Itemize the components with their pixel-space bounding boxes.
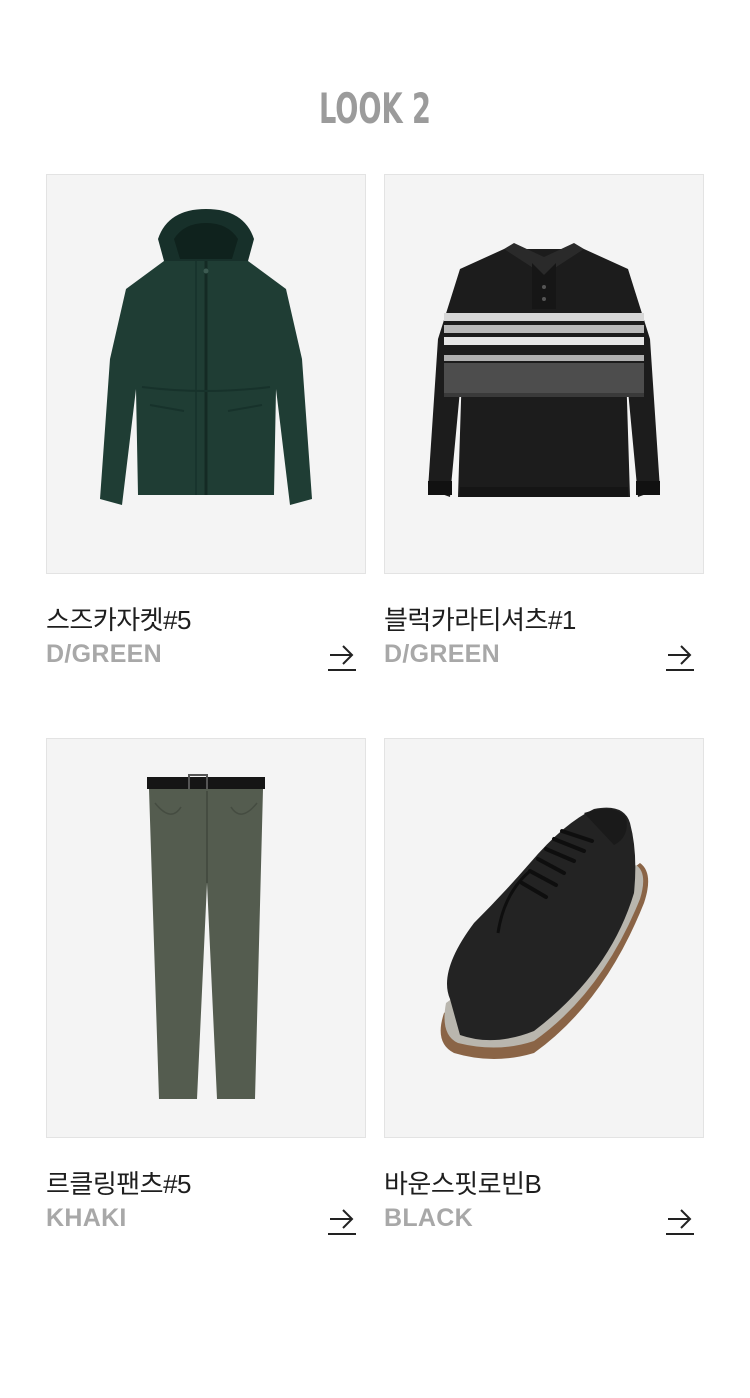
product-name[interactable]: 블럭카라티셔츠#1 [384,600,576,637]
arrow-right-icon[interactable] [664,1204,696,1236]
pants-icon [147,774,265,1099]
arrow-right-icon[interactable] [326,640,358,672]
product-color: BLACK [384,1204,473,1232]
product-image[interactable] [384,174,704,574]
product-name[interactable]: 스즈카자켓#5 [46,600,192,637]
jacket-icon [100,209,312,505]
arrow-right-icon[interactable] [326,1204,358,1236]
shoe-icon [440,807,649,1059]
product-name[interactable]: 바운스핏로빈B [384,1164,542,1201]
product-color: KHAKI [46,1204,127,1232]
product-image[interactable] [46,738,366,1138]
arrow-right-icon[interactable] [664,640,696,672]
product-color: D/GREEN [384,640,501,668]
product-image[interactable] [384,738,704,1138]
product-color: D/GREEN [46,640,163,668]
product-name[interactable]: 르클링팬츠#5 [46,1164,192,1201]
polo-shirt-icon [428,243,660,497]
look-title: LOOK 2 [319,84,431,133]
product-image[interactable] [46,174,366,574]
